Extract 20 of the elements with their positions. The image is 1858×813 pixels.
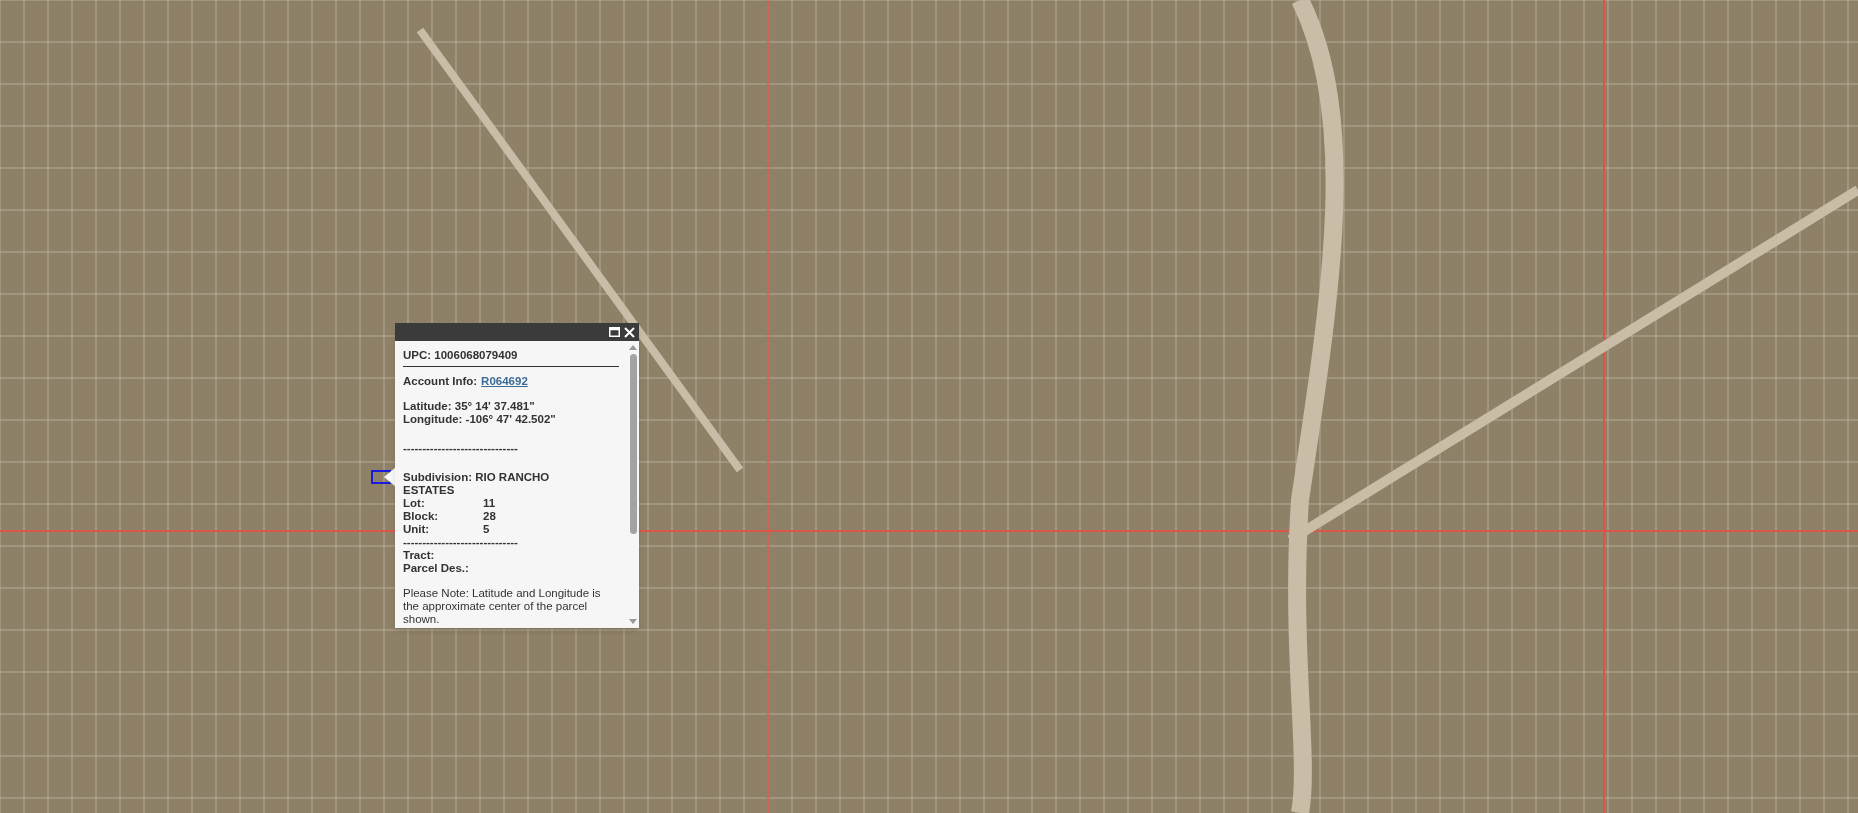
tract-label: Tract: xyxy=(403,549,436,562)
parcel-description-label: Parcel Des.: xyxy=(403,562,470,575)
subdivision-text: Subdivision: RIO RANCHO ESTATES xyxy=(403,471,551,497)
field-label: Block: xyxy=(403,510,440,523)
note-text: Please Note: Latitude and Longitude is the approximate center of the parcel shown. xyxy=(403,587,602,626)
upc-text: UPC: 1006068079409 xyxy=(403,349,519,362)
field-label: Lot: xyxy=(403,497,426,510)
latitude-text: Latitude: 35° 14' 37.481" xyxy=(403,400,536,413)
field-label: Unit: xyxy=(403,523,431,536)
field-value: 28 xyxy=(483,510,496,523)
close-icon[interactable] xyxy=(624,326,635,338)
field-value: 11 xyxy=(483,497,496,510)
longitude-text: Longitude: -106° 47' 42.502" xyxy=(403,413,557,426)
separator-text: ------------------------------ xyxy=(403,442,519,455)
account-label: Account Info: xyxy=(403,375,478,388)
maximize-icon[interactable] xyxy=(609,327,620,337)
account-link[interactable]: R064692 xyxy=(481,375,528,388)
field-value: 5 xyxy=(483,523,490,536)
parcel-outline xyxy=(371,470,391,484)
separator-text: ------------------------------ xyxy=(403,536,519,549)
